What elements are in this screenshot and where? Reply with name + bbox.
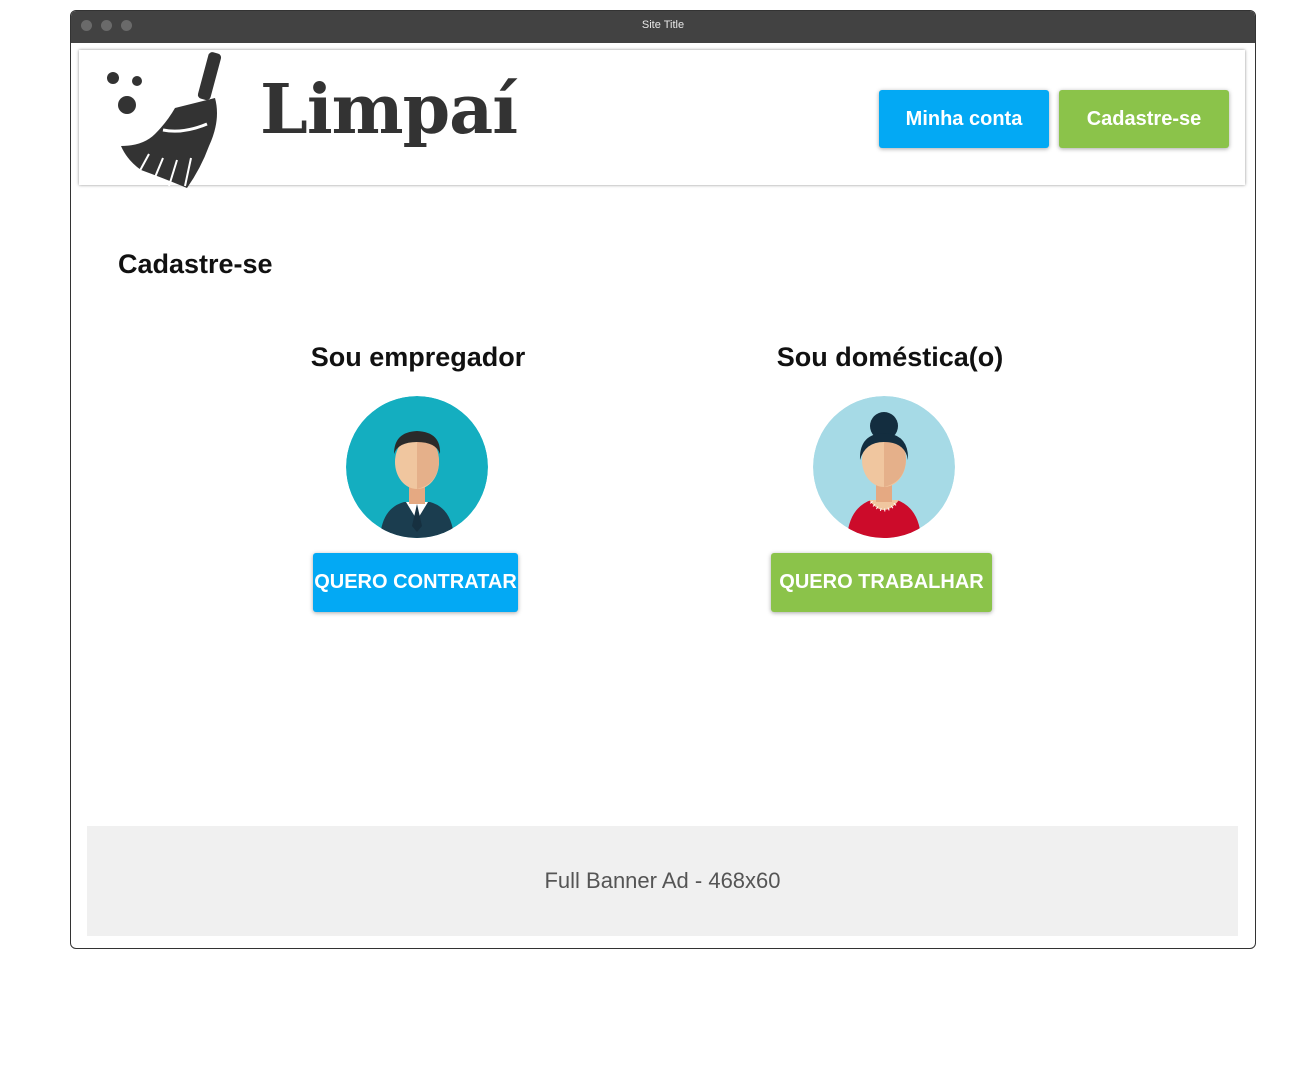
banner-ad[interactable]: Full Banner Ad - 468x60: [87, 826, 1238, 936]
woman-avatar-icon: [813, 396, 955, 538]
site-header: Limpaí Minha conta Cadastre-se: [79, 50, 1245, 188]
window-titlebar: Site Title: [71, 11, 1255, 43]
site-logo-text[interactable]: Limpaí: [260, 70, 518, 150]
housekeeper-title: Sou doméstica(o): [776, 342, 1004, 372]
work-button[interactable]: QUERO TRABALHAR: [771, 553, 992, 612]
signup-button[interactable]: Cadastre-se: [1059, 90, 1229, 148]
hire-button[interactable]: QUERO CONTRATAR: [313, 553, 518, 612]
my-account-button[interactable]: Minha conta: [879, 90, 1049, 148]
page-title: Cadastre-se: [118, 249, 273, 279]
businessman-avatar-icon: [346, 396, 488, 538]
browser-window: Site Title Limpaí Minha conta Cadastre-s…: [70, 10, 1256, 949]
employer-title: Sou empregador: [310, 342, 526, 372]
banner-ad-label: Full Banner Ad - 468x60: [544, 868, 781, 893]
window-title: Site Title: [641, 19, 685, 31]
broom-icon[interactable]: [103, 50, 243, 188]
